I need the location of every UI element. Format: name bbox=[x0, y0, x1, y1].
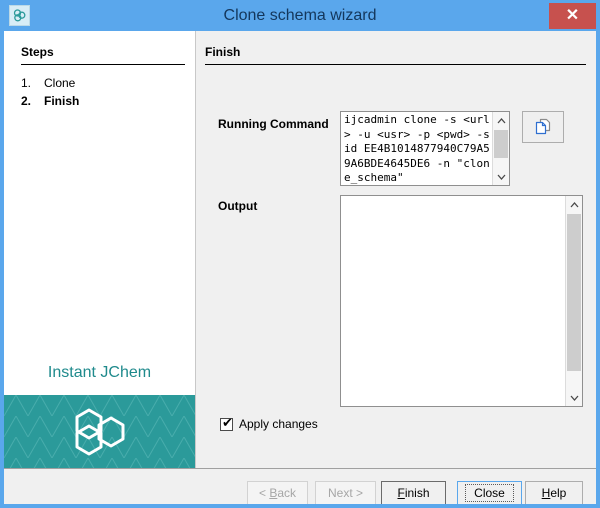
steps-heading: Steps bbox=[21, 45, 54, 59]
next-button[interactable]: Next > bbox=[315, 481, 376, 504]
back-button[interactable]: < Back bbox=[247, 481, 308, 504]
output-scrollbar[interactable] bbox=[565, 196, 582, 406]
scrollbar-thumb[interactable] bbox=[494, 130, 508, 158]
finish-button-label: Finish bbox=[397, 486, 429, 500]
title-bar: Clone schema wizard ✕ bbox=[0, 0, 600, 31]
output-label: Output bbox=[218, 199, 257, 213]
step-item-finish: 2. Finish bbox=[21, 93, 191, 110]
back-button-label: < Back bbox=[259, 486, 296, 500]
client-area: Steps 1. Clone 2. Finish Instant JChem bbox=[4, 31, 596, 504]
close-window-button[interactable]: ✕ bbox=[549, 3, 596, 29]
button-bar: < Back Next > Finish Close Help bbox=[4, 469, 596, 504]
help-button[interactable]: Help bbox=[525, 481, 583, 504]
copy-icon bbox=[533, 117, 553, 137]
output-textarea[interactable] bbox=[340, 195, 583, 407]
step-item-clone: 1. Clone bbox=[21, 75, 191, 92]
running-command-scrollbar[interactable] bbox=[492, 112, 509, 185]
scroll-up-icon[interactable] bbox=[493, 112, 509, 129]
scroll-down-icon[interactable] bbox=[493, 168, 509, 185]
step-number: 2. bbox=[21, 93, 44, 110]
brand-name: Instant JChem bbox=[4, 364, 195, 382]
steps-heading-divider bbox=[21, 64, 185, 65]
close-button[interactable]: Close bbox=[457, 481, 522, 504]
scroll-down-icon[interactable] bbox=[566, 389, 582, 406]
close-button-label: Close bbox=[465, 484, 514, 502]
brand-banner bbox=[4, 395, 195, 468]
running-command-label: Running Command bbox=[218, 117, 329, 131]
steps-list: 1. Clone 2. Finish bbox=[21, 75, 191, 111]
step-label: Finish bbox=[44, 93, 79, 110]
help-button-label: Help bbox=[542, 486, 567, 500]
step-label: Clone bbox=[44, 75, 75, 92]
steps-panel: Steps 1. Clone 2. Finish Instant JChem bbox=[4, 31, 196, 468]
running-command-value: ijcadmin clone -s <url> -u <usr> -p <pwd… bbox=[344, 113, 492, 186]
clone-schema-wizard-window: Clone schema wizard ✕ Steps 1. Clone 2. … bbox=[0, 0, 600, 508]
finish-button[interactable]: Finish bbox=[381, 481, 446, 504]
hexagon-trio-logo bbox=[72, 407, 128, 457]
window-title: Clone schema wizard bbox=[0, 0, 600, 31]
scroll-up-icon[interactable] bbox=[566, 196, 582, 213]
page-title: Finish bbox=[205, 45, 240, 59]
page-title-divider bbox=[205, 64, 586, 65]
apply-changes-checkbox[interactable]: ✔ Apply changes bbox=[220, 417, 318, 431]
checkbox-box: ✔ bbox=[220, 418, 233, 431]
running-command-textarea[interactable]: ijcadmin clone -s <url> -u <usr> -p <pwd… bbox=[340, 111, 510, 186]
next-button-label: Next > bbox=[328, 486, 363, 500]
scrollbar-thumb[interactable] bbox=[567, 214, 581, 371]
copy-command-button[interactable] bbox=[522, 111, 564, 143]
check-icon: ✔ bbox=[222, 417, 233, 430]
apply-changes-label: Apply changes bbox=[239, 417, 318, 431]
step-number: 1. bbox=[21, 75, 44, 92]
content-panel: Finish Running Command ijcadmin clone -s… bbox=[196, 31, 596, 468]
close-icon: ✕ bbox=[566, 8, 579, 24]
